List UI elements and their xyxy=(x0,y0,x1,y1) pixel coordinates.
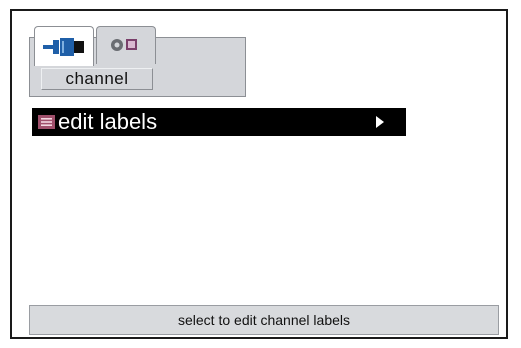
tab-connections[interactable] xyxy=(34,26,94,66)
status-text: select to edit channel labels xyxy=(178,312,350,328)
screen-frame: channel edit labels select to edit chann… xyxy=(10,9,508,339)
tab-panel: channel xyxy=(29,26,246,97)
section-label: channel xyxy=(41,68,153,90)
labels-icon xyxy=(38,115,55,129)
submenu-arrow-icon xyxy=(376,116,384,128)
cable-connector-icon xyxy=(43,38,84,56)
record-settings-icon xyxy=(111,39,137,51)
status-bar: select to edit channel labels xyxy=(29,305,499,335)
tab-recording[interactable] xyxy=(96,26,156,64)
menu-item-label: edit labels xyxy=(58,109,158,134)
menu-item-edit-labels[interactable]: edit labels xyxy=(32,108,406,136)
